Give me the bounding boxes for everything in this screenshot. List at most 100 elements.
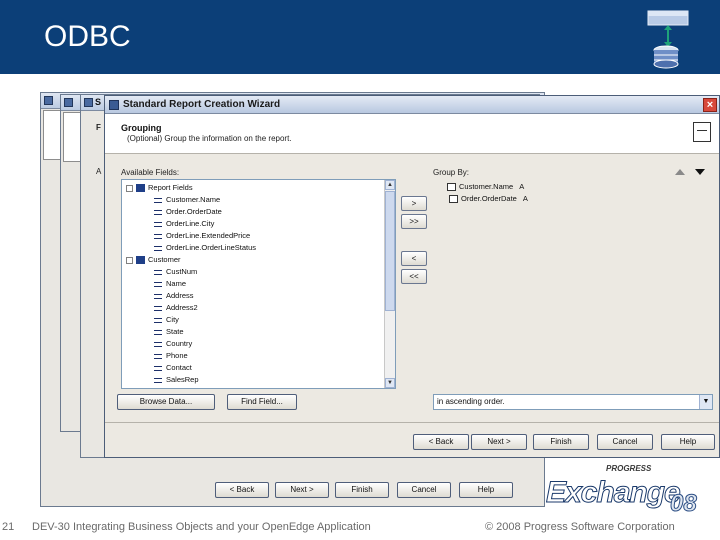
available-fields-list[interactable]: Report Fields Customer.Name Order.OrderDat… xyxy=(121,179,396,389)
scroll-thumb[interactable] xyxy=(385,191,395,311)
wizard-title: Standard Report Creation Wizard xyxy=(123,99,281,110)
help-button[interactable]: Help xyxy=(459,482,513,498)
finish-button[interactable]: Finish xyxy=(533,434,589,450)
tree-item-label: Country xyxy=(166,339,193,348)
tree-item-label: Customer xyxy=(148,255,181,264)
group-by-item[interactable]: Order.OrderDate A xyxy=(449,193,528,204)
field-icon xyxy=(154,245,162,251)
tree-item[interactable]: Contact xyxy=(154,362,192,373)
side-letter: A xyxy=(96,167,102,176)
back-button[interactable]: < Back xyxy=(215,482,269,498)
field-icon xyxy=(154,329,162,335)
sort-direction: A xyxy=(519,182,525,191)
side-letter: F xyxy=(96,123,101,132)
expand-toggle-icon[interactable] xyxy=(126,256,133,264)
tree-item-label: Contact xyxy=(166,363,192,372)
group-icon xyxy=(447,183,456,192)
available-fields-label: Available Fields: xyxy=(121,168,180,177)
field-icon xyxy=(154,353,162,359)
tree-item[interactable]: Name xyxy=(154,278,186,289)
field-icon xyxy=(154,365,162,371)
wizard-app-icon xyxy=(109,100,119,110)
group-by-list[interactable]: Customer.Name A Order.OrderDate A xyxy=(433,179,715,389)
field-icon xyxy=(154,377,162,383)
brand-exchange-text: Exchange xyxy=(546,476,682,510)
available-fields-scrollbar[interactable]: ▲ ▼ xyxy=(384,180,395,388)
tree-item[interactable]: City xyxy=(154,314,179,325)
window-icon xyxy=(44,96,53,105)
tree-item[interactable]: OrderLine.City xyxy=(154,218,214,229)
tree-item-label: OrderLine.OrderLineStatus xyxy=(166,243,257,252)
tree-item[interactable]: Customer.Name xyxy=(154,194,220,205)
scroll-up-icon[interactable]: ▲ xyxy=(385,180,395,190)
group-by-label: Group By: xyxy=(433,168,470,177)
field-icon xyxy=(154,269,162,275)
field-icon xyxy=(154,209,162,215)
group-by-label: Customer.Name xyxy=(459,182,514,191)
tree-item[interactable]: SalesRep xyxy=(154,374,199,385)
tree-item-label: Phone xyxy=(166,351,188,360)
step-description: (Optional) Group the information on the … xyxy=(127,134,292,143)
next-button[interactable]: Next > xyxy=(275,482,329,498)
tree-item-label: Order.OrderDate xyxy=(166,207,222,216)
tree-item-label: Address2 xyxy=(166,303,198,312)
tree-item[interactable]: CustNum xyxy=(154,266,197,277)
add-field-button[interactable]: > xyxy=(401,196,427,211)
chevron-down-icon[interactable]: ▼ xyxy=(699,395,712,409)
browse-data-button[interactable]: Browse Data... xyxy=(117,394,215,410)
field-icon xyxy=(154,197,162,203)
cancel-button[interactable]: Cancel xyxy=(597,434,653,450)
close-button[interactable]: × xyxy=(703,98,717,112)
tree-item[interactable]: OrderLine.OrderLineStatus xyxy=(154,242,256,253)
field-icon xyxy=(154,221,162,227)
cancel-button[interactable]: Cancel xyxy=(397,482,451,498)
group-by-item[interactable]: Customer.Name A xyxy=(447,181,524,192)
back-button[interactable]: < Back xyxy=(413,434,469,450)
window-title-fragment: S xyxy=(95,97,102,107)
scroll-down-icon[interactable]: ▼ xyxy=(385,378,395,388)
sort-order-select[interactable]: in ascending order. ▼ xyxy=(433,394,713,410)
footer-session-title: DEV-30 Integrating Business Objects and … xyxy=(32,521,371,533)
window-icon xyxy=(64,98,73,107)
help-button[interactable]: Help xyxy=(661,434,715,450)
slide-title: ODBC xyxy=(44,20,131,53)
move-down-icon[interactable] xyxy=(695,168,705,176)
expand-toggle-icon[interactable] xyxy=(126,184,133,192)
remove-all-fields-button[interactable]: << xyxy=(401,269,427,284)
tree-item[interactable]: Phone xyxy=(154,350,188,361)
group-by-label: Order.OrderDate xyxy=(461,194,517,203)
wizard-step-header: Grouping (Optional) Group the informatio… xyxy=(105,114,719,154)
tree-item[interactable]: Report Fields xyxy=(126,182,193,193)
move-up-icon[interactable] xyxy=(675,168,685,176)
group-icon xyxy=(449,195,458,204)
divider xyxy=(105,422,719,423)
tree-item[interactable]: Address xyxy=(154,290,194,301)
tree-item-label: Address xyxy=(166,291,194,300)
tree-item[interactable]: Order.OrderDate xyxy=(154,206,222,217)
tree-item-label: State xyxy=(166,327,184,336)
field-icon xyxy=(154,317,162,323)
wizard-title-bar[interactable]: Standard Report Creation Wizard × xyxy=(105,96,719,114)
next-button[interactable]: Next > xyxy=(471,434,527,450)
tree-item-label: OrderLine.ExtendedPrice xyxy=(166,231,251,240)
tree-item[interactable]: State xyxy=(154,326,184,337)
window-icon xyxy=(84,98,93,107)
tree-item[interactable]: Country xyxy=(154,338,192,349)
finish-button[interactable]: Finish xyxy=(335,482,389,498)
footer-copyright: © 2008 Progress Software Corporation xyxy=(485,521,675,533)
tree-item[interactable]: Address2 xyxy=(154,302,198,313)
table-icon xyxy=(136,256,145,265)
tree-item-label: CustNum xyxy=(166,267,198,276)
tree-item-label: OrderLine.City xyxy=(166,219,215,228)
sort-direction: A xyxy=(522,194,528,203)
find-field-button[interactable]: Find Field... xyxy=(227,394,297,410)
add-all-fields-button[interactable]: >> xyxy=(401,214,427,229)
progress-exchange-logo: PROGRESS Exchange 08 xyxy=(546,458,718,520)
grouping-icon xyxy=(693,122,711,142)
tree-item[interactable]: OrderLine.ExtendedPrice xyxy=(154,230,250,241)
remove-field-button[interactable]: < xyxy=(401,251,427,266)
tree-item[interactable]: Customer xyxy=(126,254,181,265)
field-icon xyxy=(154,305,162,311)
brand-progress-text: PROGRESS xyxy=(606,464,652,473)
field-icon xyxy=(154,233,162,239)
